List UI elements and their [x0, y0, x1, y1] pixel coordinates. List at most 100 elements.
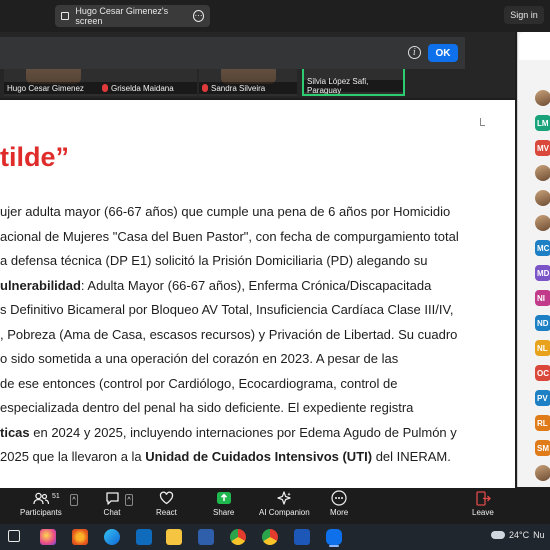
- text-run: acional de Mujeres "Casa del Buen Pastor…: [0, 228, 459, 244]
- line-text: o sido sometida a una operación del cora…: [0, 347, 398, 372]
- paragraph-line: ujer adulta mayor (66-67 años) que cumpl…: [0, 200, 465, 225]
- muted-mic-icon: [202, 84, 208, 92]
- info-icon[interactable]: i: [408, 46, 421, 59]
- firefox-icon[interactable]: [72, 529, 88, 545]
- ai-companion-button[interactable]: AI Companion: [259, 490, 310, 517]
- participant-photo-avatar[interactable]: [535, 90, 550, 106]
- text-run: 2025 que la llevaron a la: [0, 449, 146, 464]
- zoom-window: Hugo Cesar Gimenez's screen ⋯ Sign in Hu…: [0, 0, 550, 550]
- text-run: s Definitivo Bicameral por Bloqueo AV To…: [0, 302, 454, 317]
- chat-button[interactable]: Chat: [103, 490, 121, 517]
- line-text: 2025 que la llevaron a la Unidad de Cuid…: [0, 445, 451, 470]
- text-run: especializada dentro del penal ha sido d…: [0, 400, 414, 415]
- paragraph-line: o sido sometida a una operación del cora…: [0, 347, 465, 372]
- participant-initials-avatar[interactable]: OC: [535, 365, 550, 381]
- outlook-icon[interactable]: [136, 529, 152, 545]
- participant-initials-avatar[interactable]: NI: [535, 290, 550, 306]
- participant-name: Hugo Cesar Gimenez: [7, 83, 84, 93]
- text-run: en 2024 y 2025, incluyendo internaciones…: [29, 424, 457, 440]
- active-app-indicator: [329, 545, 339, 547]
- participants-chevron[interactable]: ^: [70, 494, 78, 506]
- notification-bar: [0, 37, 465, 69]
- participant-count: 51: [52, 493, 60, 500]
- participant-initials-avatar[interactable]: MD: [535, 265, 550, 281]
- participant-initials-avatar[interactable]: RL: [535, 415, 550, 431]
- weather-widget[interactable]: 24°C Nu: [491, 530, 545, 540]
- line-text: ulnerabilidad: Adulta Mayor (66-67 años)…: [0, 274, 431, 299]
- participant-initials-avatar[interactable]: MC: [535, 240, 550, 256]
- sign-in-button[interactable]: Sign in: [504, 6, 544, 24]
- leave-icon: [474, 490, 492, 506]
- participant-initials-avatar[interactable]: NL: [535, 340, 550, 356]
- muted-mic-icon: [102, 84, 108, 92]
- bold-text: ulnerabilidad: [0, 277, 81, 293]
- temperature: 24°C: [509, 530, 530, 540]
- line-text: acional de Mujeres "Casa del Buen Pastor…: [0, 225, 459, 250]
- people-icon: [32, 490, 50, 506]
- monitor-icon: [61, 12, 70, 20]
- share-title: Hugo Cesar Gimenez's screen: [75, 6, 169, 26]
- paragraph-line: de ese entonces (control por Cardiólogo,…: [0, 372, 465, 397]
- text-run: ujer adulta mayor (66-67 años) que cumpl…: [0, 204, 451, 219]
- edge-icon[interactable]: [104, 529, 120, 545]
- text-run: : Adulta Mayor (66-67 años), Enferma Cró…: [80, 277, 432, 293]
- participant-name: Griselda Maidana: [111, 83, 174, 93]
- chevron-up-icon: ^: [125, 494, 133, 506]
- weather-condition: Nu: [533, 530, 545, 540]
- ok-button[interactable]: OK: [428, 44, 458, 62]
- participants-label: Participants: [20, 508, 62, 517]
- leave-label: Leave: [472, 508, 494, 517]
- store-icon[interactable]: [198, 529, 214, 545]
- paragraph-line: ticas en 2024 y 2025, incluyendo interna…: [0, 421, 465, 446]
- chevron-up-icon: ^: [70, 494, 78, 506]
- chat-label: Chat: [103, 508, 121, 517]
- paragraph-line: s Definitivo Bicameral por Bloqueo AV To…: [0, 298, 465, 323]
- participant-name: Sandra Silveira: [211, 83, 266, 93]
- react-label: React: [156, 508, 177, 517]
- heart-icon: [157, 490, 175, 506]
- chat-icon: [103, 490, 121, 506]
- chat-chevron[interactable]: ^: [125, 494, 133, 506]
- participant-initials-avatar[interactable]: SM: [535, 440, 550, 456]
- paragraph-line: 2025 que la llevaron a la Unidad de Cuid…: [0, 445, 465, 470]
- participant-initials-avatar[interactable]: LM: [535, 115, 550, 131]
- chrome-icon[interactable]: [230, 529, 246, 545]
- file-explorer-icon[interactable]: [166, 529, 182, 545]
- participant-photo-avatar[interactable]: [535, 465, 550, 481]
- participant-photo-avatar[interactable]: [535, 215, 550, 231]
- bold-text: ticas: [0, 424, 30, 440]
- paragraph-line: , Pobreza (Ama de Casa, escasos recursos…: [0, 323, 465, 348]
- copilot-icon[interactable]: [40, 529, 56, 545]
- text-run: del INERAM.: [372, 449, 451, 464]
- bold-text: Unidad de Cuidados Intensivos (UTI): [145, 449, 373, 464]
- sparkle-icon: [275, 490, 293, 506]
- text-run: a defensa técnica (DP E1) solicitó la Pr…: [0, 253, 428, 268]
- share-button[interactable]: Share: [213, 490, 234, 517]
- react-button[interactable]: React: [156, 490, 177, 517]
- text-run: de ese entonces (control por Cardiólogo,…: [0, 375, 398, 391]
- text-run: , Pobreza (Ama de Casa, escasos recursos…: [0, 326, 458, 342]
- more-options-icon[interactable]: ⋯: [192, 10, 204, 22]
- screen-share-indicator[interactable]: Hugo Cesar Gimenez's screen ⋯: [55, 5, 210, 27]
- share-screen-icon: [215, 490, 233, 506]
- ai-companion-label: AI Companion: [259, 508, 310, 517]
- word-icon[interactable]: [294, 529, 310, 545]
- task-view-icon[interactable]: [8, 530, 20, 542]
- participant-initials-avatar[interactable]: MV: [535, 140, 550, 156]
- chrome-profile-icon[interactable]: [262, 529, 278, 545]
- line-text: s Definitivo Bicameral por Bloqueo AV To…: [0, 298, 454, 323]
- participant-initials-avatar[interactable]: PV: [535, 390, 550, 406]
- more-label: More: [330, 508, 349, 517]
- share-label: Share: [213, 508, 235, 517]
- zoom-icon[interactable]: [326, 529, 342, 545]
- line-text: , Pobreza (Ama de Casa, escasos recursos…: [0, 323, 457, 348]
- shared-screen-document: tilde” ujer adulta mayor (66-67 años) qu…: [0, 100, 515, 488]
- participant-photo-avatar[interactable]: [535, 165, 550, 181]
- document-body: ujer adulta mayor (66-67 años) que cumpl…: [0, 200, 465, 470]
- line-text: ujer adulta mayor (66-67 años) que cumpl…: [0, 200, 450, 225]
- participant-photo-avatar[interactable]: [535, 190, 550, 206]
- more-icon: [330, 490, 348, 506]
- more-button[interactable]: More: [330, 490, 348, 517]
- participant-initials-avatar[interactable]: ND: [535, 315, 550, 331]
- leave-button[interactable]: Leave: [472, 490, 494, 517]
